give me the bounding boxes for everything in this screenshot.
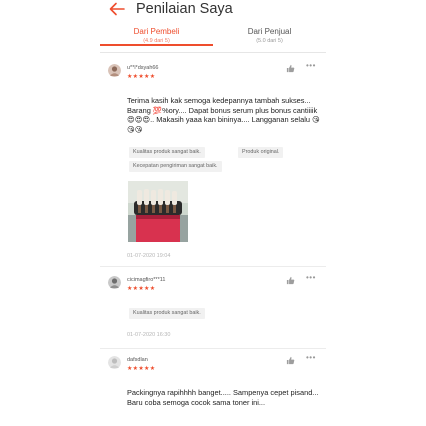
divider — [100, 348, 326, 349]
active-tab-indicator — [100, 44, 213, 46]
review-tag: Produk original. — [238, 147, 284, 158]
reviewer-name: cicimagfiro***11 — [127, 277, 166, 283]
rating-stars: ★★★★★ — [127, 74, 156, 80]
review-comment: Terima kasih kak semoga kedepannya tamba… — [127, 96, 320, 134]
review-item: cicimagfiro***11 ★★★★★ ••• Kualitas prod… — [100, 273, 326, 346]
review-date: 01-07-2020 19:04 — [127, 253, 171, 259]
thumbs-up-icon[interactable] — [286, 356, 295, 365]
avatar[interactable] — [108, 356, 121, 369]
review-photo[interactable] — [128, 181, 188, 242]
tab-label: Dari Penjual — [247, 27, 292, 36]
review-comment: Packingnya rapihhhh banget..... Sampenya… — [127, 388, 319, 407]
page-title: Penilaian Saya — [136, 1, 233, 17]
avatar[interactable] — [108, 64, 121, 77]
app-header: Penilaian Saya — [0, 0, 426, 24]
more-options-icon[interactable]: ••• — [306, 273, 316, 282]
review-tabs: Dari Pembeli (4.9 dari 5) Dari Penjual (… — [100, 27, 326, 53]
avatar[interactable] — [108, 276, 121, 289]
tab-label: Dari Pembeli — [133, 27, 180, 36]
review-tag: Kualitas produk sangat baik. — [129, 308, 205, 319]
review-date: 01-07-2020 16:30 — [127, 332, 171, 338]
more-options-icon[interactable]: ••• — [306, 61, 316, 70]
thumbs-up-icon[interactable] — [286, 276, 295, 285]
reviewer-name: dafsdlan — [127, 357, 148, 363]
tab-rating: (5.0 dari 5) — [256, 38, 283, 44]
thumbs-up-icon[interactable] — [286, 64, 295, 73]
reviewer-name: u**i*dsyah66 — [127, 65, 159, 71]
tab-from-buyer[interactable]: Dari Pembeli (4.9 dari 5) — [100, 27, 213, 46]
review-tag: Kualitas produk sangat baik. — [129, 147, 205, 158]
back-arrow-icon[interactable] — [108, 0, 126, 18]
review-tag: Kecepatan pengiriman sangat baik. — [129, 161, 222, 172]
more-options-icon[interactable]: ••• — [306, 353, 316, 362]
rating-stars: ★★★★★ — [127, 286, 156, 292]
rating-stars: ★★★★★ — [127, 366, 156, 372]
tab-from-seller[interactable]: Dari Penjual (5.0 dari 5) — [213, 27, 326, 45]
review-item: dafsdlan ★★★★★ ••• Packingnya rapihhhh b… — [100, 353, 326, 426]
divider — [100, 266, 326, 267]
